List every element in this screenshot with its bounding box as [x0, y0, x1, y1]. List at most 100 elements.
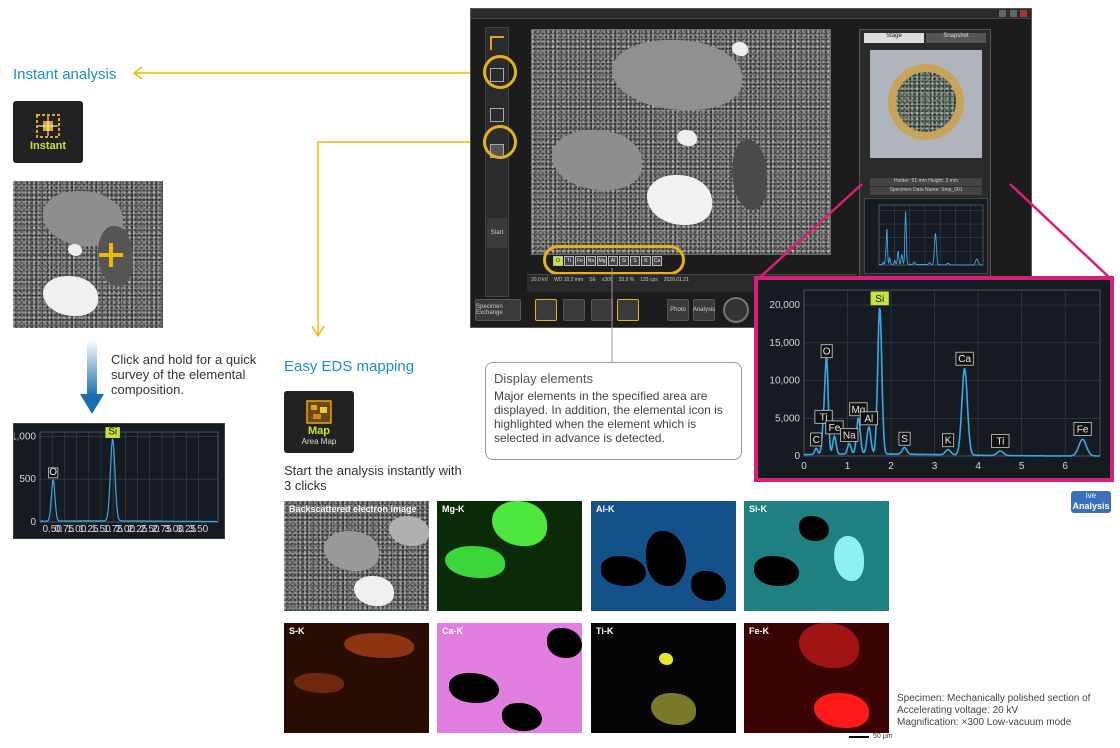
crosshair-icon[interactable]: [99, 243, 123, 267]
instant-tile-label: Instant: [29, 140, 67, 152]
mapping-arrow: [312, 141, 488, 338]
svg-text:Fe: Fe: [829, 423, 841, 434]
svg-text:Na: Na: [843, 430, 856, 441]
x-tick-label: 6: [1062, 461, 1068, 472]
element-label-fe: Fe: [1073, 421, 1092, 436]
map-label: Si-K: [749, 504, 767, 514]
map-label: Ti-K: [596, 626, 614, 636]
instant-icon-tile[interactable]: Instant: [13, 101, 83, 163]
svg-text:Fe: Fe: [1077, 424, 1089, 435]
specimen-holder: [888, 64, 964, 140]
x-tick-label: 1: [845, 461, 851, 472]
map-highlight-ring: [483, 125, 517, 159]
x-tick-label: 3: [932, 461, 938, 472]
map-mode-button[interactable]: [617, 299, 639, 321]
analysis-button[interactable]: Analysis: [693, 299, 715, 321]
element-label-c: C: [810, 432, 823, 447]
element-label-si: Si: [105, 427, 120, 438]
status-detector: SE: [589, 277, 596, 283]
mode-button-2[interactable]: [563, 299, 585, 321]
x-tick-label: 0: [801, 461, 807, 472]
map-fe-k: Fe-K: [744, 623, 889, 733]
mapping-description: Start the analysis instantly with 3 clic…: [284, 463, 462, 493]
status-date: 2020.01.21: [663, 277, 689, 283]
element-chip-highlight-ring: [543, 245, 685, 275]
minimize-icon[interactable]: [999, 10, 1006, 17]
x-tick-label: 4: [975, 461, 981, 472]
specimen-line-2: Accelerating voltage: 20 kV: [897, 705, 1019, 716]
x-tick-label: 5: [1019, 461, 1025, 472]
plot-frame: [39, 431, 219, 523]
select-tool-icon[interactable]: [490, 36, 504, 50]
specimen-exchange-button[interactable]: Specimen Exchange: [475, 299, 521, 321]
status-deadtime: 33.9 %: [618, 277, 635, 283]
element-maps-grid: Backscattered electron image Mg-K Al-K S…: [284, 501, 889, 733]
instant-spectrum-chart: 05001,0000.500.751.001.251.501.752.002.2…: [11, 427, 219, 535]
map-label: Fe-K: [749, 626, 769, 636]
element-label-s: S: [898, 431, 911, 446]
svg-text:O: O: [49, 467, 57, 478]
spectrum-line: [40, 438, 218, 523]
maximize-icon[interactable]: [1009, 10, 1017, 17]
svg-text:O: O: [823, 347, 831, 358]
stage-view[interactable]: [870, 50, 982, 158]
live-analysis-badge: ive Analysis: [1071, 491, 1111, 513]
specimen-line-1: Specimen: Mechanically polished section …: [897, 693, 1091, 704]
x-tick-label: 2: [888, 461, 894, 472]
svg-text:Si: Si: [108, 427, 117, 438]
y-tick-label: 10,000: [769, 376, 800, 387]
map-label: S-K: [289, 626, 305, 636]
element-label-o: O: [820, 344, 833, 359]
map-label: Al-K: [596, 504, 615, 514]
y-tick-label: 1,000: [14, 431, 36, 442]
app-titlebar: [471, 9, 1031, 19]
y-tick-label: 20,000: [769, 300, 800, 311]
element-label-al: Al: [859, 411, 878, 426]
element-label-o: O: [48, 467, 59, 479]
y-tick-label: 500: [19, 474, 36, 485]
map-icon-tile[interactable]: Map Area Map: [284, 391, 354, 453]
instant-analysis-heading: Instant analysis: [13, 66, 117, 83]
view-mode-button[interactable]: [535, 299, 557, 321]
callout-body: Major elements in the specified area are…: [494, 389, 723, 445]
y-tick-label: 15,000: [769, 338, 800, 349]
element-label-ca: Ca: [955, 351, 974, 366]
map-bse: Backscattered electron image: [284, 501, 429, 611]
live-badge-line2: Analysis: [1072, 501, 1110, 511]
element-label-na: Na: [840, 428, 859, 442]
down-arrow-icon: [80, 340, 104, 414]
svg-text:Ca: Ca: [958, 354, 971, 365]
map-label: Ca-K: [442, 626, 464, 636]
live-badge-line1: ive: [1085, 491, 1097, 500]
map-tile-sublabel: Area Map: [301, 436, 337, 446]
stage-joystick-icon[interactable]: [723, 297, 749, 323]
instant-grid-icon: [36, 114, 60, 138]
instant-sem-image: [13, 181, 163, 328]
callout-pointer: [611, 268, 613, 364]
y-tick-label: 0: [794, 451, 800, 462]
map-si-k: Si-K: [744, 501, 889, 611]
tab-snapshot[interactable]: Snapshot: [926, 33, 986, 43]
svg-text:K: K: [945, 436, 952, 447]
tab-stage[interactable]: Stage: [864, 33, 924, 43]
big-spectrum-chart: 05,00010,00015,00020,0000 1 2 3 4 5 6COTiFeNaM…: [769, 289, 1101, 472]
y-tick-label: 5,000: [775, 413, 800, 424]
map-mg-k: Mg-K: [437, 501, 582, 611]
map-ti-k: Ti-K: [591, 623, 736, 733]
instant-spectrum-panel: 05001,0000.500.751.001.251.501.752.002.2…: [11, 423, 225, 539]
svg-text:C: C: [813, 435, 820, 446]
element-label-k: K: [942, 433, 955, 448]
scale-bar-label: 50 μm: [873, 733, 893, 740]
zoom-lines: [756, 183, 1113, 281]
map-label: Backscattered electron image: [289, 504, 417, 514]
big-spectrum-frame: 0 5,000 10,000 15,000 20,000 0 1 2 3 4 5 6 C O Ti Fe Na M…: [754, 276, 1114, 482]
photo-button[interactable]: Photo: [667, 299, 689, 321]
instant-highlight-ring: [483, 55, 517, 89]
map-ca-k: Ca-K: [437, 623, 582, 733]
start-button[interactable]: Start: [487, 218, 507, 248]
mapping-heading: Easy EDS mapping: [284, 358, 415, 375]
map-s-k: S-K: [284, 623, 429, 733]
close-icon[interactable]: [1020, 10, 1027, 17]
area-analysis-icon[interactable]: [490, 108, 504, 122]
instant-arrow: [132, 66, 486, 80]
